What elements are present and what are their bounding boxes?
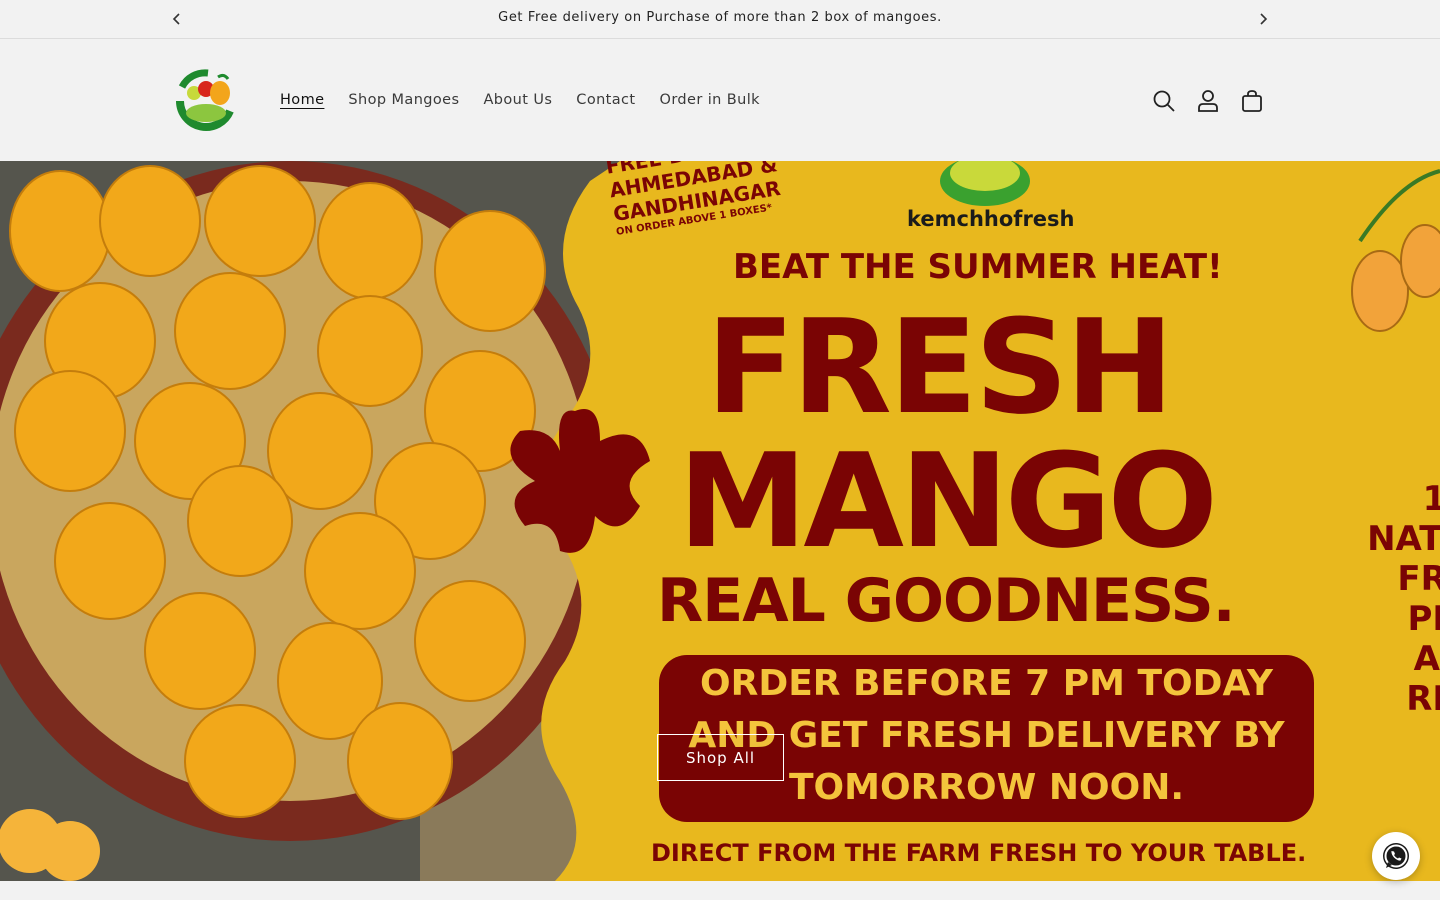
poster-side-line-5: A	[1413, 639, 1440, 679]
announcement-text: Get Free delivery on Purchase of more th…	[498, 10, 942, 25]
nav-about-us[interactable]: About Us	[483, 92, 552, 108]
site-header: Home Shop Mangoes About Us Contact Order…	[0, 39, 1440, 161]
announcement-bar: Get Free delivery on Purchase of more th…	[0, 0, 1440, 39]
account-button[interactable]	[1195, 88, 1221, 114]
whatsapp-icon	[1383, 843, 1409, 869]
nav-contact[interactable]: Contact	[576, 92, 635, 108]
order-line-1: ORDER BEFORE 7 PM TODAY	[700, 663, 1273, 704]
account-icon	[1198, 90, 1218, 112]
poster-side-line-3: FRE	[1397, 559, 1440, 599]
poster-side-line-2: NATU	[1367, 519, 1440, 559]
shop-all-button[interactable]: Shop All	[657, 734, 784, 781]
nav-order-in-bulk[interactable]: Order in Bulk	[660, 92, 760, 108]
poster-side-line-1: 10	[1422, 479, 1440, 519]
hero-banner: FREE DELIVERY IN AHMEDABAD & GANDHINAGAR…	[0, 161, 1440, 881]
logo-link[interactable]	[168, 67, 242, 137]
poster-beat-heat: BEAT THE SUMMER HEAT!	[733, 247, 1223, 287]
poster-brand-name: kemchhofresh	[907, 207, 1075, 231]
poster-mango: MANGO	[678, 425, 1218, 577]
search-icon	[1153, 90, 1175, 112]
announcement-next-button[interactable]	[1253, 9, 1273, 29]
nav-home[interactable]: Home	[280, 92, 324, 108]
search-button[interactable]	[1151, 88, 1177, 114]
poster-real-goodness: REAL GOODNESS.	[657, 566, 1236, 636]
chevron-right-icon	[1260, 13, 1268, 25]
poster-side-line-4: PIC	[1407, 599, 1440, 639]
cart-button[interactable]	[1239, 88, 1265, 114]
poster-direct-from-farm: DIRECT FROM THE FARM FRESH TO YOUR TABLE…	[651, 839, 1307, 867]
poster-side-line-6: RIP	[1406, 679, 1440, 719]
kemchhofresh-logo-icon	[176, 69, 234, 131]
cart-icon	[1242, 90, 1262, 112]
nav-shop-mangoes[interactable]: Shop Mangoes	[348, 92, 459, 108]
whatsapp-chat-button[interactable]	[1372, 832, 1420, 880]
main-nav: Home Shop Mangoes About Us Contact Order…	[280, 92, 784, 108]
poster-fresh: FRESH	[706, 291, 1174, 443]
